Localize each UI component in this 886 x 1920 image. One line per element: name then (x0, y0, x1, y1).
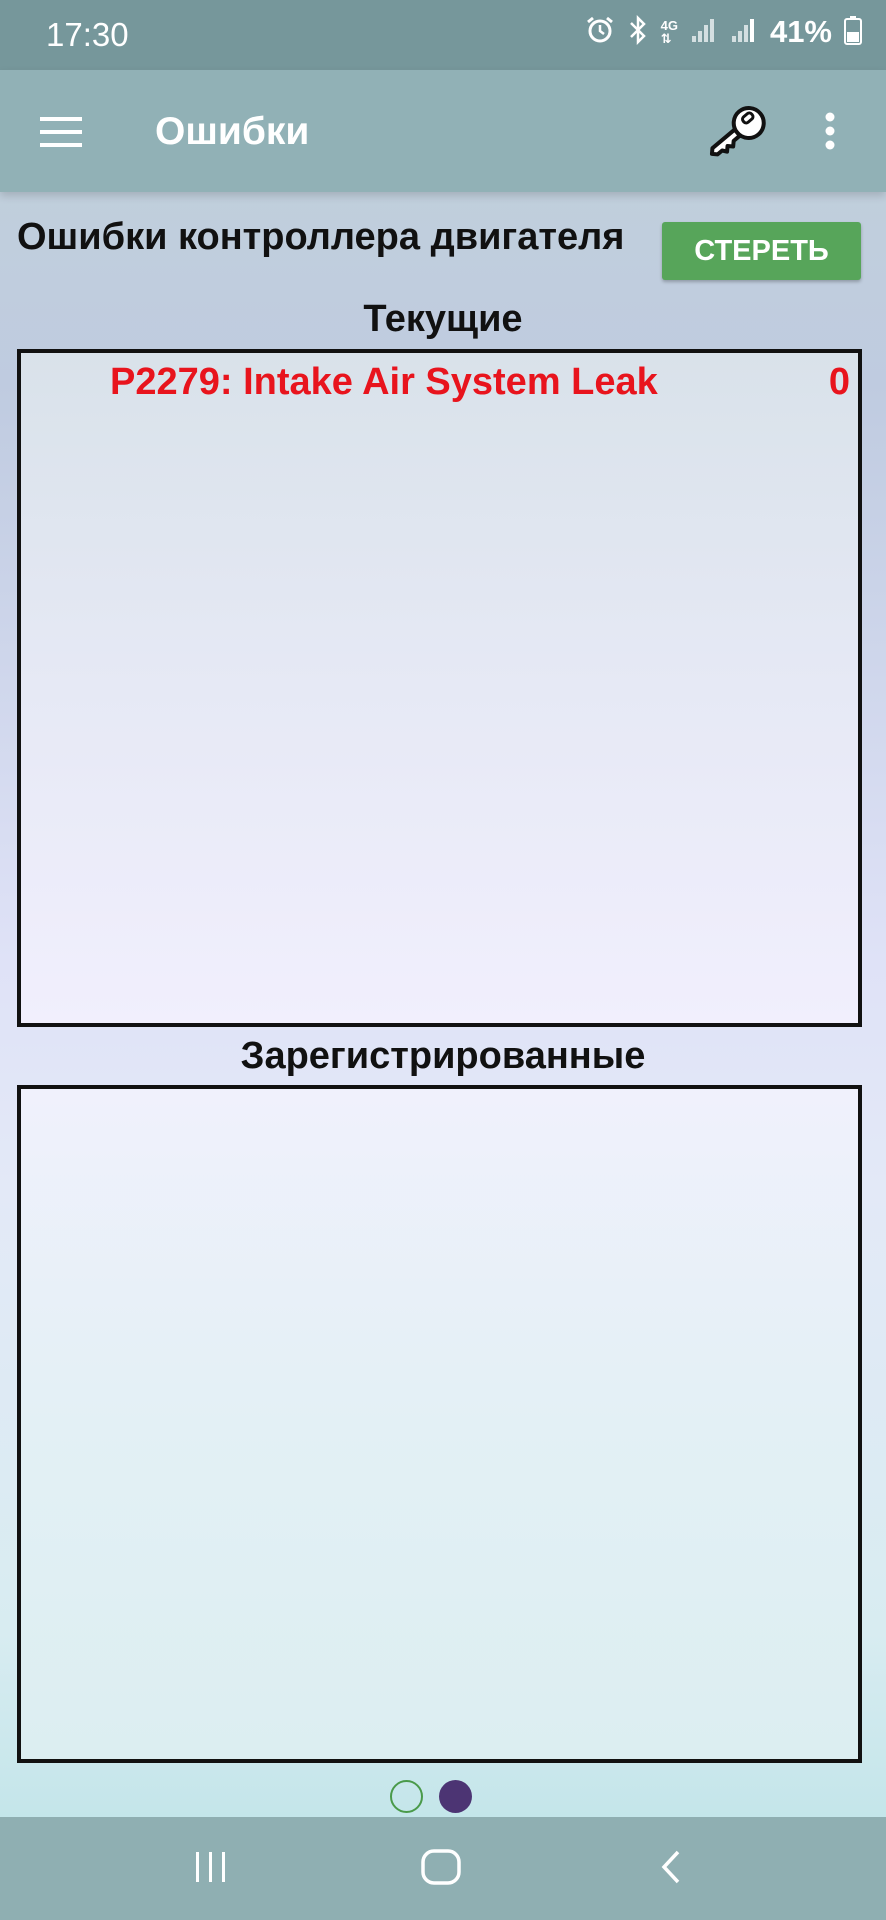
page-title: Ошибки (155, 110, 310, 153)
back-icon[interactable] (656, 1847, 686, 1892)
clock: 17:30 (46, 16, 129, 53)
battery-icon (844, 15, 862, 50)
status-bar: 17:30 4G ⇅ 41% (0, 0, 886, 70)
menu-icon[interactable] (40, 117, 82, 152)
home-icon[interactable] (420, 1847, 462, 1892)
recent-apps-icon[interactable] (193, 1847, 229, 1892)
ecu-errors-heading: Ошибки контроллера двигателя (17, 216, 625, 258)
page-dot-1[interactable] (390, 1780, 423, 1813)
dtc-count: 0 (828, 361, 850, 403)
alarm-icon (585, 15, 615, 50)
more-options-icon[interactable] (824, 112, 836, 155)
bluetooth-icon (627, 14, 649, 50)
registered-errors-list[interactable] (17, 1085, 862, 1763)
signal-icon (690, 16, 718, 49)
current-errors-title: Текущие (363, 298, 523, 340)
navigation-bar (0, 1817, 886, 1920)
battery-percent: 41% (769, 14, 832, 49)
clear-errors-button[interactable]: СТЕРЕТЬ (662, 222, 861, 280)
page-dot-2[interactable] (439, 1780, 472, 1813)
page-indicator (390, 1780, 472, 1813)
list-item[interactable]: P2279: Intake Air System Leak 0 (21, 361, 858, 411)
registered-errors-title: Зарегистрированные (240, 1035, 646, 1077)
dtc-code: P2279: Intake Air System Leak (110, 361, 658, 403)
key-icon[interactable] (700, 94, 776, 175)
signal-icon-2 (730, 16, 758, 49)
current-errors-list[interactable]: P2279: Intake Air System Leak 0 (17, 349, 862, 1027)
network-type-icon: 4G ⇅ (660, 18, 678, 46)
app-bar: Ошибки (0, 70, 886, 192)
